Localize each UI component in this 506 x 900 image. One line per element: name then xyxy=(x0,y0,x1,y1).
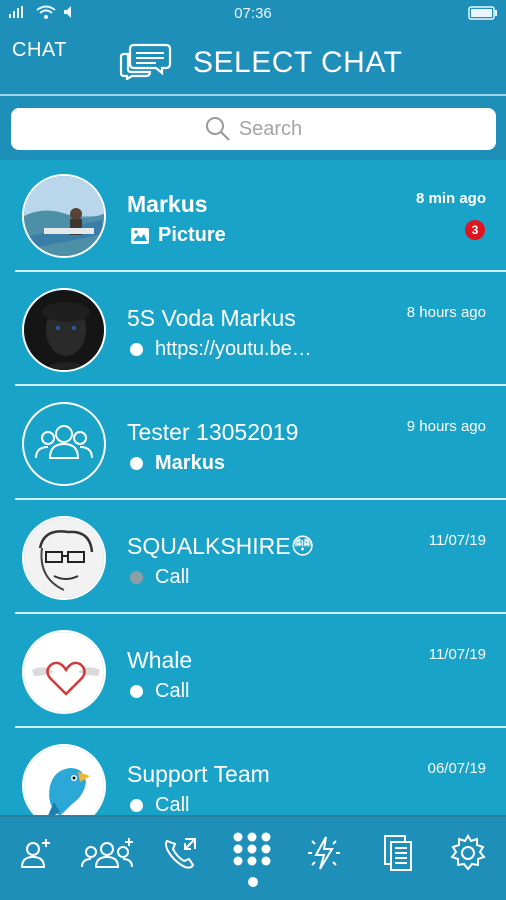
chat-item-5s-voda-markus[interactable]: 5S Voda Markus https://youtu.be… 8 hours… xyxy=(0,274,506,386)
chat-preview: Markus xyxy=(130,452,225,475)
settings-button[interactable] xyxy=(446,831,490,875)
chat-time: 8 min ago xyxy=(415,190,486,207)
chat-preview: Call xyxy=(130,680,189,703)
search-input[interactable]: Search xyxy=(11,108,496,150)
unread-badge: 3 xyxy=(465,220,485,240)
chat-item-whale[interactable]: Whale Call 11/07/19 xyxy=(0,616,506,728)
avatar xyxy=(22,630,106,714)
avatar xyxy=(22,516,106,600)
call-history-icon xyxy=(165,838,196,869)
chat-name: Support Team xyxy=(127,761,270,787)
chat-preview: Picture xyxy=(130,224,226,247)
app-header: CHAT SELECT CHAT xyxy=(0,28,506,94)
picture-icon xyxy=(131,227,149,244)
add-contact-button[interactable] xyxy=(14,831,58,875)
bottom-nav xyxy=(0,815,506,900)
flash-button[interactable] xyxy=(302,831,346,875)
group-avatar xyxy=(22,402,106,486)
chat-time: 11/07/19 xyxy=(428,646,486,663)
chat-time: 9 hours ago xyxy=(406,418,486,435)
avatar xyxy=(22,174,106,258)
chat-preview-text: Picture xyxy=(158,224,226,246)
chat-preview: https://youtu.be… xyxy=(130,338,312,361)
chat-time: 06/07/19 xyxy=(427,760,486,777)
search-icon xyxy=(205,117,230,141)
flash-icon xyxy=(308,836,340,870)
chat-name: Whale xyxy=(127,647,193,673)
chat-preview-text: Call xyxy=(155,680,190,702)
status-dot xyxy=(130,457,143,470)
status-dot xyxy=(130,799,143,812)
status-dot xyxy=(130,343,143,356)
dialpad-indicator-dot xyxy=(248,877,258,887)
dialpad-icon xyxy=(233,832,271,866)
chat-preview-text: Call xyxy=(155,566,190,588)
avatar xyxy=(22,288,106,372)
chat-bubbles-icon xyxy=(119,43,172,80)
battery-icon xyxy=(468,6,498,24)
settings-icon xyxy=(450,834,486,871)
divider xyxy=(15,270,506,272)
status-bar: 07:36 xyxy=(0,0,506,28)
add-contact-icon xyxy=(20,839,50,868)
chat-time: 11/07/19 xyxy=(428,532,486,549)
chat-preview: Call xyxy=(130,794,189,815)
chat-name: SQUALKSHIRE😳 xyxy=(127,533,315,559)
call-history-button[interactable] xyxy=(158,831,202,875)
chat-item-support-team[interactable]: Support Team Call 06/07/19 xyxy=(0,730,506,815)
divider xyxy=(15,384,506,386)
chat-preview-text: Markus xyxy=(155,452,226,474)
group-icon xyxy=(35,425,93,459)
status-dot xyxy=(130,685,143,698)
add-group-icon xyxy=(81,838,133,868)
documents-icon xyxy=(384,835,412,871)
chat-time: 8 hours ago xyxy=(406,304,486,321)
divider xyxy=(15,498,506,500)
avatar xyxy=(22,744,106,815)
chat-item-tester[interactable]: Tester 13052019 Markus 9 hours ago xyxy=(0,388,506,500)
chat-preview-text: https://youtu.be… xyxy=(155,338,312,360)
search-placeholder: Search xyxy=(238,117,303,140)
chat-item-squalkshire[interactable]: SQUALKSHIRE😳 Call 11/07/19 xyxy=(0,502,506,614)
chat-preview: Call xyxy=(130,566,189,589)
status-dot xyxy=(130,571,143,584)
dialpad-button[interactable] xyxy=(230,831,274,875)
page-title: SELECT CHAT xyxy=(193,46,403,79)
chat-list[interactable]: Markus Picture 8 min ago 3 5S Voda Marku… xyxy=(0,160,506,815)
divider xyxy=(15,612,506,614)
chat-item-markus[interactable]: Markus Picture 8 min ago 3 xyxy=(0,160,506,272)
status-time: 07:36 xyxy=(234,5,272,22)
chat-name: Markus xyxy=(127,191,208,217)
search-area: Search xyxy=(0,96,506,160)
chat-preview-text: Call xyxy=(155,794,190,815)
documents-button[interactable] xyxy=(376,831,420,875)
divider xyxy=(15,726,506,728)
chat-name: Tester 13052019 xyxy=(127,419,299,445)
add-group-button[interactable] xyxy=(80,831,136,875)
chat-tab-label[interactable]: CHAT xyxy=(12,39,67,62)
chat-name: 5S Voda Markus xyxy=(127,305,296,331)
